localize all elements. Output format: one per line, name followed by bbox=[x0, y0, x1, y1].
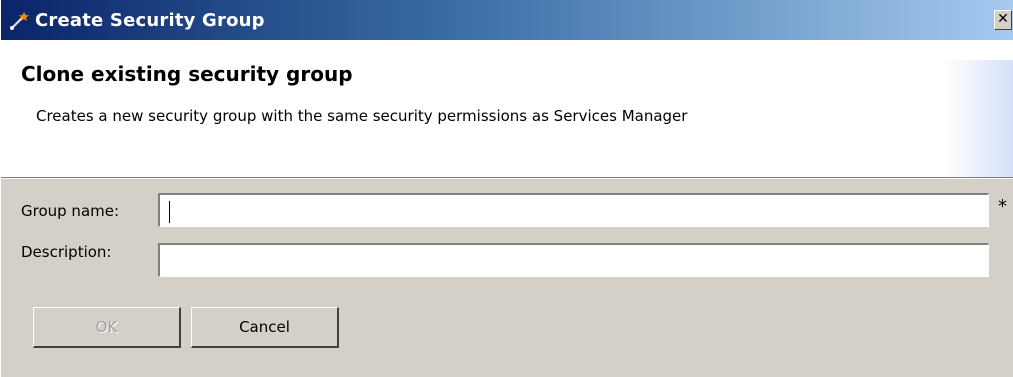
description-input[interactable] bbox=[158, 243, 989, 277]
required-marker: * bbox=[998, 196, 1007, 217]
wizard-icon bbox=[10, 12, 29, 30]
close-icon: ✕ bbox=[997, 11, 1009, 27]
divider bbox=[1, 177, 1013, 179]
create-security-group-dialog: Create Security Group ✕ Clone existing s… bbox=[0, 0, 1013, 377]
header-banner: Clone existing security group Creates a … bbox=[1, 40, 1013, 177]
page-title: Clone existing security group bbox=[21, 62, 353, 86]
description-label: Description: bbox=[21, 243, 112, 261]
ok-button[interactable]: OK bbox=[33, 307, 181, 348]
title-bar[interactable]: Create Security Group ✕ bbox=[1, 0, 1013, 40]
banner-decoration-fade bbox=[944, 60, 1013, 177]
close-button[interactable]: ✕ bbox=[994, 10, 1012, 30]
group-name-label: Group name: bbox=[21, 202, 120, 220]
text-caret bbox=[169, 201, 170, 223]
group-name-input[interactable] bbox=[158, 193, 989, 227]
page-description: Creates a new security group with the sa… bbox=[36, 107, 688, 125]
window-title: Create Security Group bbox=[35, 9, 265, 31]
cancel-button[interactable]: Cancel bbox=[191, 307, 339, 348]
